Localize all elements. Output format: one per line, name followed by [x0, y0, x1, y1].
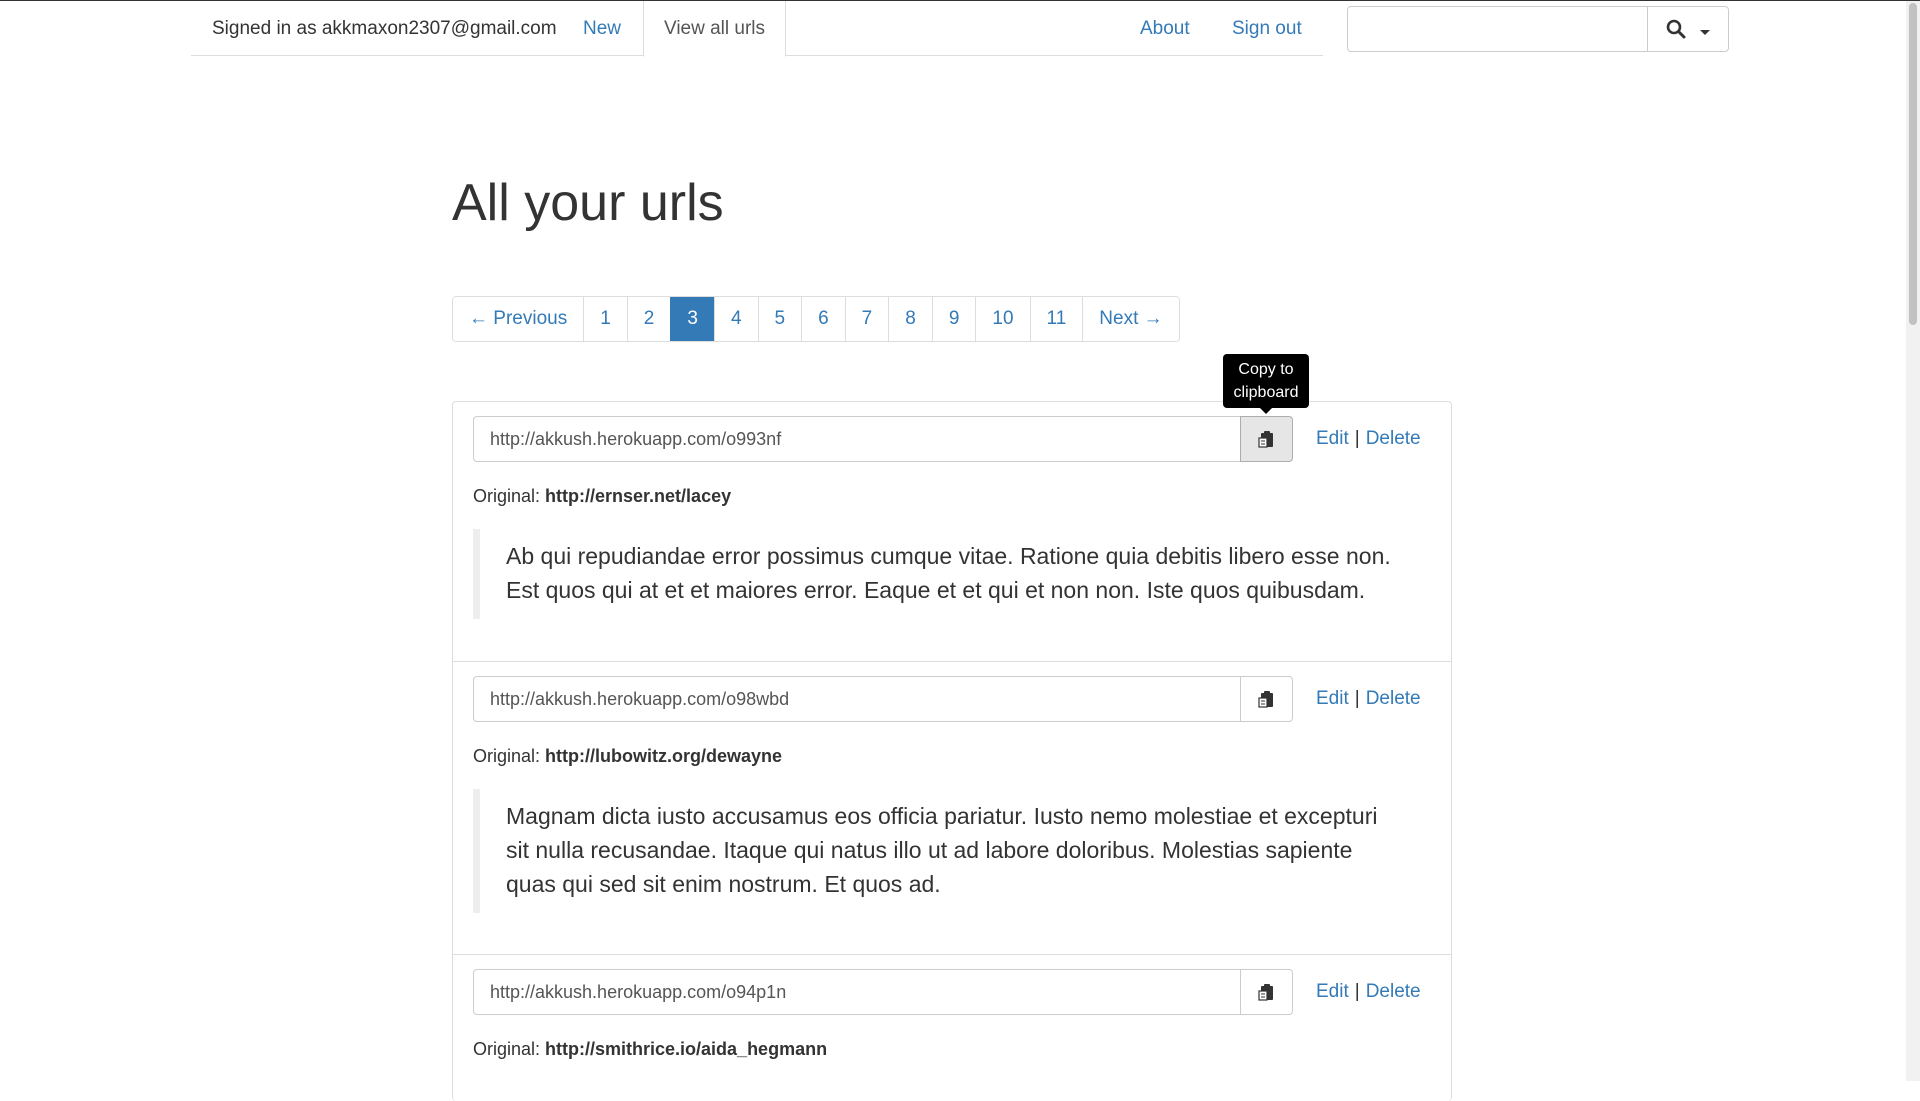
pagination-page[interactable]: 8 — [888, 297, 932, 341]
url-actions: Edit | Delete — [1316, 969, 1421, 1015]
url-row: Edit| Delete — [473, 676, 1433, 722]
clipboard-icon — [1257, 984, 1273, 1001]
search-dropdown-button[interactable] — [1648, 7, 1728, 51]
search-input[interactable] — [1348, 7, 1648, 51]
pagination-previous[interactable]: ← Previous — [453, 297, 584, 341]
original-url: http://smithrice.io/aida_hegmann — [545, 1039, 828, 1059]
pagination-page[interactable]: 9 — [931, 297, 976, 341]
url-description: Ab qui repudiandae error possimus cumque… — [473, 529, 1433, 619]
original-label: Original: — [473, 486, 546, 506]
url-list-item: Edit| Delete Original: http://ernser.net/… — [453, 402, 1451, 662]
url-row: Edit| Delete — [473, 969, 1433, 1015]
page-title: All your urls — [452, 174, 724, 232]
action-separator: | — [1354, 981, 1360, 1002]
edit-link[interactable]: Edit — [1316, 981, 1349, 1002]
copy-button[interactable] — [1240, 676, 1293, 722]
search-group — [1347, 6, 1729, 52]
original-label: Original: — [473, 1039, 546, 1059]
action-separator: | — [1354, 688, 1360, 709]
url-row: Edit| Delete — [473, 416, 1433, 462]
tooltip-line-1: Copy to — [1238, 361, 1294, 378]
copy-button[interactable] — [1240, 416, 1293, 462]
edit-link[interactable]: Edit — [1316, 428, 1349, 449]
original-url-line: Original: http://smithrice.io/aida_hegma… — [473, 1039, 827, 1060]
navbar: Signed in as akkmaxon2307@gmail.com New … — [191, 1, 1323, 57]
pagination-page[interactable]: 1 — [583, 297, 627, 341]
url-actions: Edit | Delete — [1316, 416, 1421, 462]
pagination-page-active[interactable]: 3 — [670, 297, 714, 341]
edit-link[interactable]: Edit — [1316, 688, 1349, 709]
caret-down-icon — [1700, 29, 1710, 35]
signed-in-text: Signed in as akkmaxon2307@gmail.com — [212, 18, 557, 39]
clipboard-icon — [1257, 431, 1273, 448]
original-label: Original: — [473, 746, 546, 766]
pagination-page[interactable]: 6 — [801, 297, 845, 341]
url-description: Magnam dicta iusto accusamus eos officia… — [473, 789, 1433, 913]
delete-link[interactable]: Delete — [1366, 428, 1421, 449]
original-url-line: Original: http://lubowitz.org/dewayne — [473, 746, 782, 767]
pagination-page[interactable]: 4 — [713, 297, 758, 341]
pagination-page[interactable]: 11 — [1029, 297, 1083, 341]
tooltip-line-2: clipboard — [1233, 384, 1299, 401]
clipboard-icon — [1257, 691, 1273, 708]
short-url-field[interactable] — [473, 416, 1241, 462]
nav-new-link[interactable]: New — [583, 1, 621, 56]
delete-link[interactable]: Delete — [1366, 981, 1421, 1002]
pagination-page[interactable]: 2 — [626, 297, 671, 341]
nav-signout-link[interactable]: Sign out — [1232, 1, 1302, 56]
pagination-page[interactable]: 10 — [975, 297, 1030, 341]
action-separator: | — [1354, 428, 1360, 449]
url-actions: Edit | Delete — [1316, 676, 1421, 722]
nav-about-link[interactable]: About — [1140, 1, 1190, 56]
url-list-item: Edit| Delete Original: http://lubowitz.or… — [453, 662, 1451, 955]
url-list: Edit|Delete Original: http://ernser.net/… — [452, 401, 1452, 1101]
url-list-item: Edit| Delete Original: http://smithrice.i… — [453, 955, 1451, 1095]
original-url-line: Original: http://ernser.net/lacey — [473, 486, 731, 507]
pagination: ← Previous 1 2 3 4 5 6 7 8 9 10 11 Next … — [452, 296, 1180, 342]
pagination-next[interactable]: Next → — [1082, 297, 1179, 341]
original-url: http://lubowitz.org/dewayne — [545, 746, 783, 766]
copy-tooltip: Copy to clipboard — [1223, 354, 1309, 414]
pagination-page[interactable]: 5 — [757, 297, 802, 341]
delete-link[interactable]: Delete — [1366, 688, 1421, 709]
search-icon — [1666, 19, 1686, 39]
short-url-field[interactable] — [473, 969, 1241, 1015]
page-scrollbar[interactable] — [1906, 1, 1920, 1081]
nav-view-all-link[interactable]: View all urls — [643, 1, 787, 57]
short-url-field[interactable] — [473, 676, 1241, 722]
scrollbar-thumb[interactable] — [1909, 3, 1917, 325]
pagination-page[interactable]: 7 — [844, 297, 889, 341]
copy-button[interactable] — [1240, 969, 1293, 1015]
original-url: http://ernser.net/lacey — [545, 486, 732, 506]
